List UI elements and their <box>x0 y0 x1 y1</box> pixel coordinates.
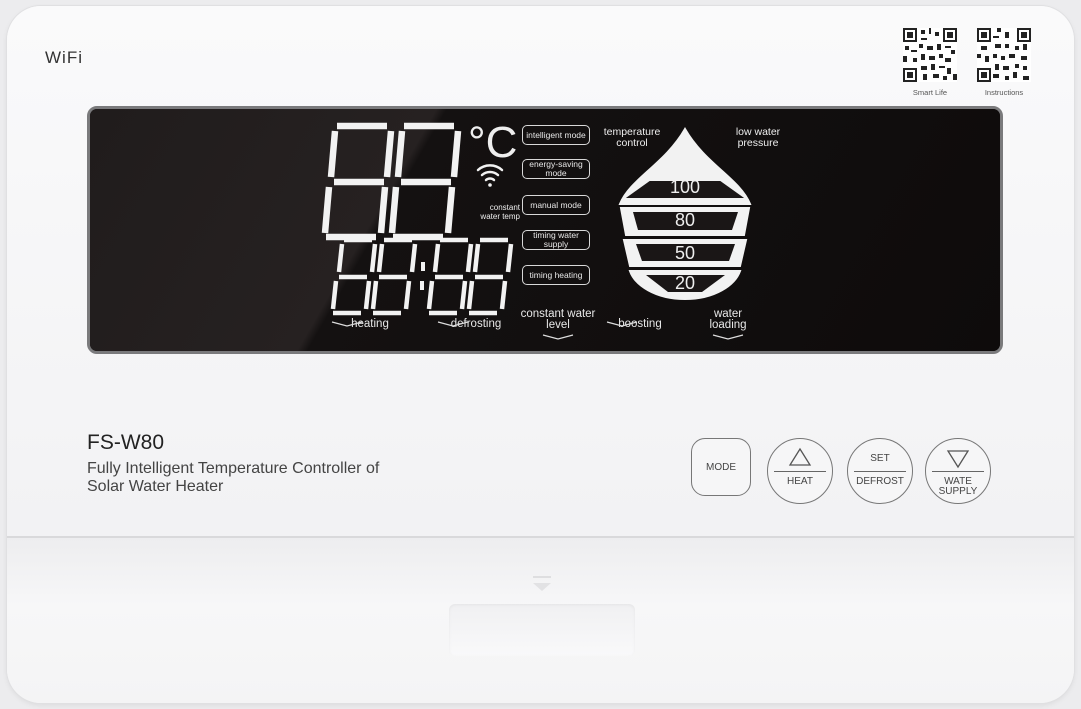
chevron-down-icon <box>542 334 574 340</box>
chevron-down-icon <box>437 321 469 327</box>
time-digit <box>426 237 474 316</box>
mode-indicator-timing-heating: timing heating <box>522 265 590 285</box>
time-digit <box>330 237 378 316</box>
level-80: 80 <box>674 210 696 230</box>
up-triangle-icon <box>788 447 812 466</box>
constant-water-temp-label: constant water temp <box>480 203 520 221</box>
mode-indicator-manual: manual mode <box>522 195 590 215</box>
indicator-boosting: boosting <box>605 318 675 330</box>
celsius-unit: °C <box>468 118 518 167</box>
chevron-down-icon <box>606 321 638 327</box>
level-50: 50 <box>674 243 696 263</box>
set-label: SET <box>870 453 890 464</box>
cover-release-slot[interactable] <box>449 604 635 656</box>
down-triangle-icon <box>946 450 970 469</box>
colon <box>420 262 425 290</box>
defrost-label: DEFROST <box>856 476 904 487</box>
time-digit <box>370 237 418 316</box>
set-defrost-button[interactable]: SET DEFROST <box>847 438 913 504</box>
indicator-defrosting: defrosting <box>436 318 516 330</box>
wifi-icon <box>476 164 504 187</box>
chevron-down-icon <box>712 334 744 340</box>
mode-button[interactable]: MODE <box>691 438 751 496</box>
lcd-display: °C constant water temp intelligent mode e… <box>87 106 1003 354</box>
qr-caption-smart-life: Smart Life <box>912 88 948 97</box>
mode-indicator-timing-water-supply: timing water supply <box>522 230 590 250</box>
controller-device: WiFi Smart Life Instructions °C constant… <box>7 6 1074 703</box>
low-water-pressure-label: low water pressure <box>735 126 781 149</box>
chevron-down-icon <box>533 576 551 591</box>
water-supply-label: WATE SUPPLY <box>938 476 978 497</box>
qr-code-icon <box>903 28 957 82</box>
indicator-constant-water-level: constant water level <box>520 308 596 331</box>
indicator-water-loading: water loading <box>709 308 747 331</box>
qr-code-icon <box>977 28 1031 82</box>
model-name: FS-W80 <box>87 431 165 454</box>
big-digit <box>388 122 462 241</box>
wifi-label: WiFi <box>45 48 83 67</box>
mode-indicator-energy-saving: energy-saving mode <box>522 159 590 179</box>
qr-caption-instructions: Instructions <box>984 88 1024 97</box>
temperature-control-label: temperature control <box>603 126 661 149</box>
level-100: 100 <box>669 177 701 197</box>
water-supply-down-button[interactable]: WATE SUPPLY <box>925 438 991 504</box>
chevron-down-icon <box>331 321 363 327</box>
indicator-heating: heating <box>330 318 410 330</box>
time-digit <box>466 237 514 316</box>
mode-indicator-intelligent: intelligent mode <box>522 125 590 145</box>
big-digit <box>321 122 395 241</box>
heat-label: HEAT <box>787 476 813 487</box>
level-20: 20 <box>674 273 696 293</box>
product-description: Fully Intelligent Temperature Controller… <box>87 460 380 495</box>
heat-up-button[interactable]: HEAT <box>767 438 833 504</box>
